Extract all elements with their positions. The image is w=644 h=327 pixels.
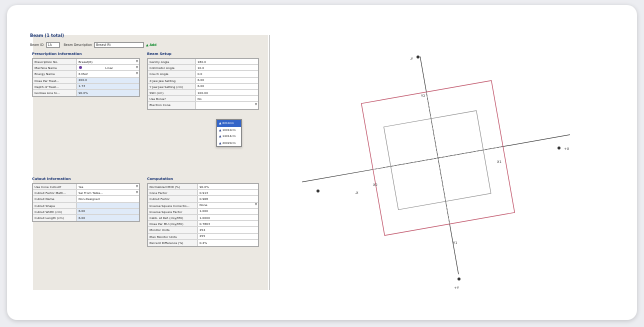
inner-label-left: X2	[373, 183, 377, 187]
cutout-outline	[383, 110, 492, 211]
field-geometry	[302, 56, 571, 275]
right-axis-end-marker	[557, 146, 561, 150]
beam-eye-view-plot: +X -X +Y -Y Y2 X1 Y1 X2	[302, 55, 571, 290]
axis-label-bottom: +Y	[454, 286, 460, 290]
axis-label-top: -Y	[410, 57, 414, 61]
left-axis-end-marker	[316, 189, 320, 193]
top-axis-end-marker	[416, 55, 420, 59]
axis-label-right: +X	[564, 147, 570, 151]
inner-label-right: X1	[497, 160, 501, 164]
axis-label-left: -X	[355, 191, 359, 195]
bottom-axis-end-marker	[457, 277, 461, 281]
inner-label-bottom: Y1	[453, 241, 457, 245]
inner-label-top: Y2	[421, 94, 425, 98]
